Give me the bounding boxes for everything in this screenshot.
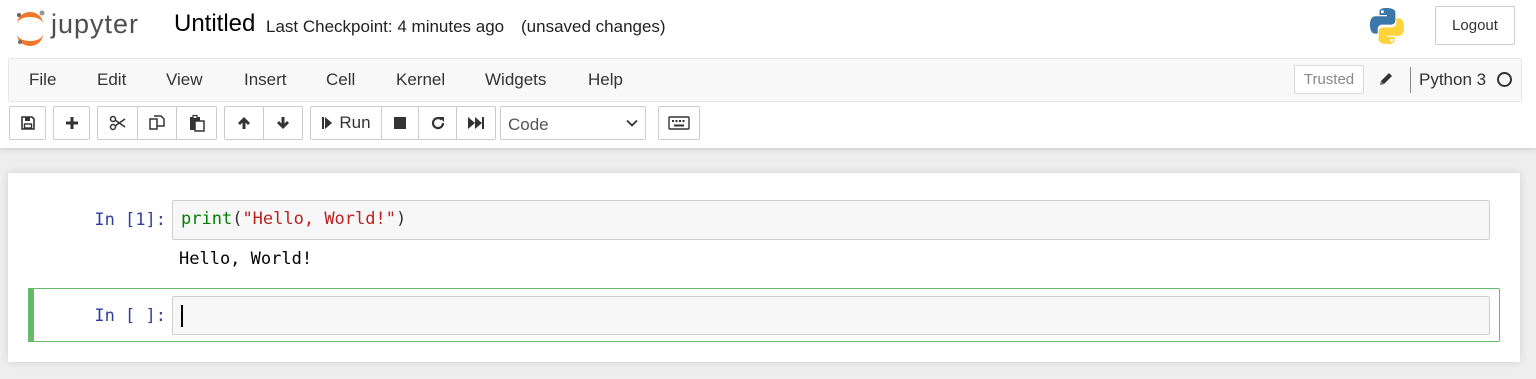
menu-file[interactable]: File bbox=[29, 70, 56, 90]
restart-kernel-button[interactable] bbox=[418, 106, 457, 140]
cell-type-select[interactable]: Code bbox=[500, 106, 646, 140]
menu-edit[interactable]: Edit bbox=[97, 70, 126, 90]
input-prompt: In [1]: bbox=[94, 210, 166, 230]
menu-cell[interactable]: Cell bbox=[326, 70, 355, 90]
paste-icon bbox=[189, 114, 205, 132]
restart-icon bbox=[431, 116, 444, 130]
arrow-down-icon bbox=[277, 117, 289, 129]
notebook-name[interactable]: Untitled bbox=[174, 10, 255, 38]
cut-button[interactable] bbox=[97, 106, 138, 140]
step-forward-icon bbox=[322, 117, 333, 129]
scissors-icon bbox=[109, 115, 125, 131]
menu-widgets[interactable]: Widgets bbox=[485, 70, 546, 90]
move-down-button[interactable] bbox=[263, 106, 303, 140]
toolbar: Run Code bbox=[0, 104, 1536, 144]
command-palette-button[interactable] bbox=[658, 106, 700, 140]
trusted-indicator[interactable]: Trusted bbox=[1294, 65, 1364, 94]
code-line: print("Hello, World!") bbox=[181, 209, 406, 229]
interrupt-kernel-button[interactable] bbox=[381, 106, 419, 140]
move-up-button[interactable] bbox=[224, 106, 264, 140]
code-cell-input[interactable] bbox=[172, 296, 1490, 335]
jupyter-wordmark: jupyter bbox=[50, 9, 139, 39]
kernel-idle-circle-icon bbox=[1497, 72, 1512, 87]
cell-output: Hello, World! bbox=[179, 249, 313, 269]
cell-type-value: Code bbox=[508, 115, 549, 134]
run-button[interactable]: Run bbox=[310, 106, 382, 140]
menubar: File Edit View Insert Cell Kernel Widget… bbox=[8, 58, 1522, 102]
stop-icon bbox=[394, 117, 406, 129]
run-label: Run bbox=[339, 113, 371, 132]
arrow-up-icon bbox=[238, 117, 250, 129]
menu-view[interactable]: View bbox=[166, 70, 203, 90]
pencil-icon[interactable] bbox=[1377, 70, 1395, 88]
copy-button[interactable] bbox=[137, 106, 177, 140]
notebook-header: jupyter Untitled Last Checkpoint: 4 minu… bbox=[0, 0, 1536, 148]
chevron-down-icon bbox=[626, 119, 638, 127]
copy-icon bbox=[149, 115, 165, 130]
keyboard-icon bbox=[668, 116, 690, 130]
code-token-function: print bbox=[181, 209, 233, 229]
code-cell-input[interactable]: print("Hello, World!") bbox=[172, 200, 1490, 240]
input-prompt: In [ ]: bbox=[94, 306, 166, 326]
logout-button[interactable]: Logout bbox=[1435, 6, 1515, 45]
code-token-string: "Hello, World!" bbox=[242, 209, 396, 229]
notebook-container: In [1]: print("Hello, World!") Hello, Wo… bbox=[8, 173, 1520, 362]
plus-icon bbox=[65, 117, 78, 129]
menu-help[interactable]: Help bbox=[588, 70, 623, 90]
kernel-separator bbox=[1410, 67, 1411, 93]
paste-button[interactable] bbox=[176, 106, 217, 140]
fast-forward-icon bbox=[468, 117, 484, 129]
save-button[interactable] bbox=[9, 106, 46, 140]
code-token-paren: ( bbox=[232, 209, 243, 229]
checkpoint-status: Last Checkpoint: 4 minutes ago bbox=[266, 17, 505, 36]
menu-insert[interactable]: Insert bbox=[244, 70, 287, 90]
text-cursor bbox=[181, 305, 183, 327]
header-top: jupyter Untitled Last Checkpoint: 4 minu… bbox=[0, 0, 1536, 56]
jupyter-logo[interactable]: jupyter bbox=[13, 6, 159, 48]
autosave-status: (unsaved changes) bbox=[521, 17, 666, 36]
insert-cell-below-button[interactable] bbox=[53, 106, 90, 140]
menu-kernel[interactable]: Kernel bbox=[396, 70, 445, 90]
kernel-name[interactable]: Python 3 bbox=[1419, 70, 1486, 90]
save-icon bbox=[20, 116, 35, 130]
restart-run-all-button[interactable] bbox=[456, 106, 496, 140]
python-logo-icon bbox=[1370, 8, 1404, 44]
code-token-paren: ) bbox=[395, 209, 407, 229]
